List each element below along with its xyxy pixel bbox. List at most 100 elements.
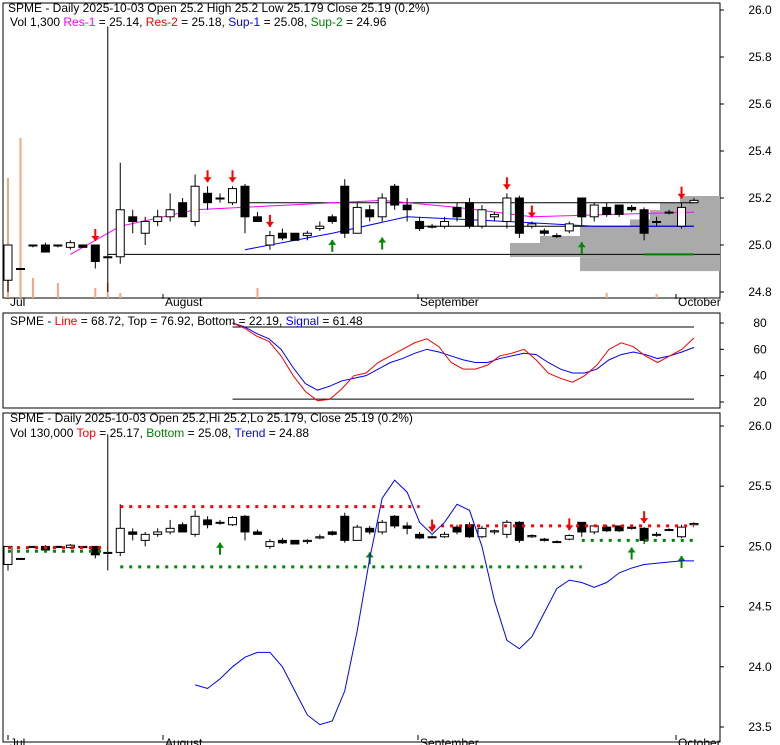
candle-body [240,185,250,218]
candle-body [502,197,512,222]
trend-tick-label: 23.5 [748,720,772,734]
candle-body [340,185,350,234]
price-tick-label: 25.0 [748,238,772,252]
candle-body [639,527,649,541]
candle-body [602,206,612,215]
x-axis-label: August [165,295,203,309]
candle-body [228,188,238,204]
candle-body [365,527,375,533]
price-tick-label: 26.0 [748,3,772,17]
candle-body [652,221,662,223]
candle-body [3,244,13,281]
candle-body [290,232,300,241]
volume-profile-bar [580,257,720,272]
candle-body [203,192,213,204]
candle-body [677,526,687,538]
candle-body [527,535,537,538]
candle-body [340,515,350,541]
price-tick-label: 25.6 [748,97,772,111]
x-axis-label: August [165,736,203,745]
candle-body [489,213,499,218]
candle-body [215,521,225,524]
candle-body [614,204,624,215]
candle-body [90,244,100,262]
panel2-legend: SPME - Line = 68.72, Top = 76.92, Bottom… [10,314,363,328]
panel1-title: SPME - Daily 2025-10-03 Open 25.2 High 2… [8,1,430,15]
candle-body [452,526,462,533]
candle-body [577,197,587,218]
trend-tick-label: 24.5 [748,600,772,614]
x-axis-label: Jul [10,295,25,309]
candle-body [265,235,275,246]
price-tick-label: 25.4 [748,144,772,158]
candle-body [153,531,163,535]
osc-tick-label: 40 [753,369,767,383]
panel1-legend: Vol 1,300 Res-1 = 25.14, Res-2 = 25.18, … [10,15,387,29]
candle-body [128,531,138,535]
price-tick-label: 25.2 [748,191,772,205]
candle-body [203,519,213,526]
candle-body [464,202,474,227]
x-axis-label: October [678,736,721,745]
candle-body [452,206,462,218]
x-axis-label: September [420,295,479,309]
candle-body [602,526,612,532]
candle-body [302,539,312,543]
price-tick-label: 25.8 [748,50,772,64]
candle-body [165,527,175,533]
candle-body [190,515,200,535]
candle-body [190,185,200,222]
candle-body [15,557,25,560]
candle-body [103,256,113,259]
candle-body [327,216,337,223]
candle-body [140,221,150,234]
stock-chart: 26.0 25.8 25.6 25.4 25.2 25.0 24.8 Jul Jul August… [0,0,780,745]
candle-body [377,197,387,218]
candle-body [664,211,674,214]
candle-body [315,225,325,230]
candle-body [78,244,88,248]
candle-body [539,538,549,541]
candle-body [564,223,574,232]
candle-body [415,221,425,230]
candle-body [440,221,450,227]
candle-body [115,527,125,553]
candle-body [252,216,262,223]
trend-tick-label: 26.0 [748,419,772,433]
candle-body [377,521,387,533]
candle-body [415,533,425,539]
candle-body [240,515,250,533]
candle-body [402,525,412,529]
candle-body [402,204,412,211]
candle-body [178,202,188,218]
candle-body [327,531,337,535]
candle-body [652,533,662,536]
candle-body [365,209,375,218]
candle-body [153,216,163,223]
candle-body [115,209,125,258]
x-axis-label: September [420,736,479,745]
trend-tick-label: 25.5 [748,479,772,493]
candle-body [477,527,487,538]
candle-body [352,206,362,234]
candle-body [252,531,262,535]
candle-body [277,232,287,239]
candle-body [564,535,574,540]
candle-body [627,206,637,211]
candle-body [3,545,13,565]
candle-body [128,216,138,223]
candle-body [664,529,674,532]
panel3-legend: Vol 130,000 Top = 25.17, Bottom = 25.08,… [10,426,309,440]
candle-body [390,515,400,527]
panel3-title: SPME - Daily 2025-10-03 Open 25.2,Hi 25.… [10,411,413,425]
candle-body [28,244,38,247]
candle-body [477,209,487,227]
candle-body [639,209,649,234]
candle-body [514,197,524,234]
candle-body [265,541,275,547]
osc-tick-label: 20 [753,395,767,409]
price-tick-label: 24.8 [748,285,772,299]
candle-body [277,539,287,544]
trend-tick-label: 25.0 [748,539,772,553]
candle-body [315,536,325,539]
